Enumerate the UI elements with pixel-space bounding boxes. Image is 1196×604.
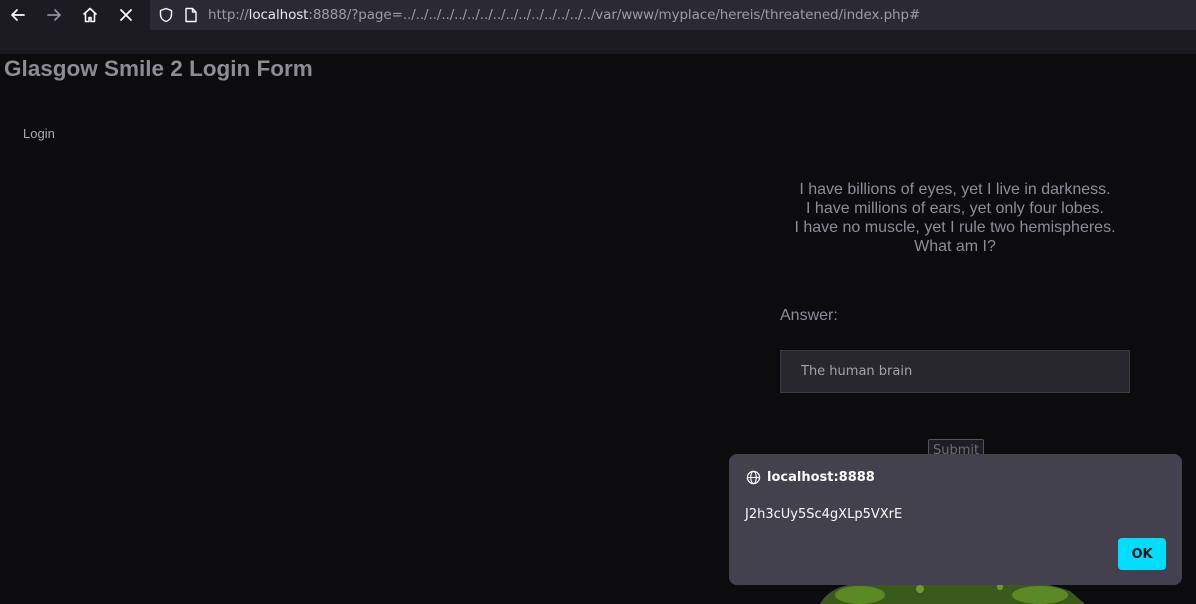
- home-button[interactable]: [72, 0, 108, 30]
- page-icon[interactable]: [184, 7, 198, 23]
- riddle-text: I have billions of eyes, yet I live in d…: [755, 180, 1155, 256]
- ok-button[interactable]: OK: [1118, 538, 1166, 570]
- browser-toolbar: http://localhost:8888/?page=../../../../…: [0, 0, 1196, 30]
- forward-button[interactable]: [36, 0, 72, 30]
- riddle-line: I have no muscle, yet I rule two hemisph…: [794, 219, 1116, 236]
- riddle-line: What am I?: [914, 238, 996, 255]
- answer-input[interactable]: [780, 350, 1130, 393]
- globe-icon: [746, 470, 761, 485]
- home-icon: [82, 7, 98, 23]
- close-icon: [120, 9, 132, 21]
- alert-dialog: localhost:8888 J2h3cUy5Sc4gXLp5VXrE OK: [729, 454, 1182, 585]
- riddle-line: I have billions of eyes, yet I live in d…: [799, 181, 1111, 198]
- url-host: localhost: [248, 7, 309, 23]
- back-button[interactable]: [0, 0, 36, 30]
- login-link[interactable]: Login: [23, 126, 55, 141]
- dialog-host: localhost:8888: [767, 470, 875, 485]
- bookmarks-bar: [0, 30, 1196, 54]
- arrow-right-icon: [47, 9, 61, 21]
- riddle-line: I have millions of ears, yet only four l…: [806, 200, 1104, 217]
- url-prefix: http://: [208, 7, 249, 23]
- page-title: Glasgow Smile 2 Login Form: [4, 56, 313, 81]
- url-text[interactable]: http://localhost:8888/?page=../../../../…: [208, 7, 920, 23]
- url-path: :8888/?page=../../../../../../../../../.…: [308, 7, 921, 23]
- answer-label: Answer:: [780, 307, 838, 324]
- shield-icon[interactable]: [158, 7, 174, 23]
- stop-button[interactable]: [108, 0, 144, 30]
- dialog-message: J2h3cUy5Sc4gXLp5VXrE: [745, 507, 903, 522]
- arrow-left-icon: [11, 9, 25, 21]
- url-bar[interactable]: http://localhost:8888/?page=../../../../…: [150, 0, 1196, 30]
